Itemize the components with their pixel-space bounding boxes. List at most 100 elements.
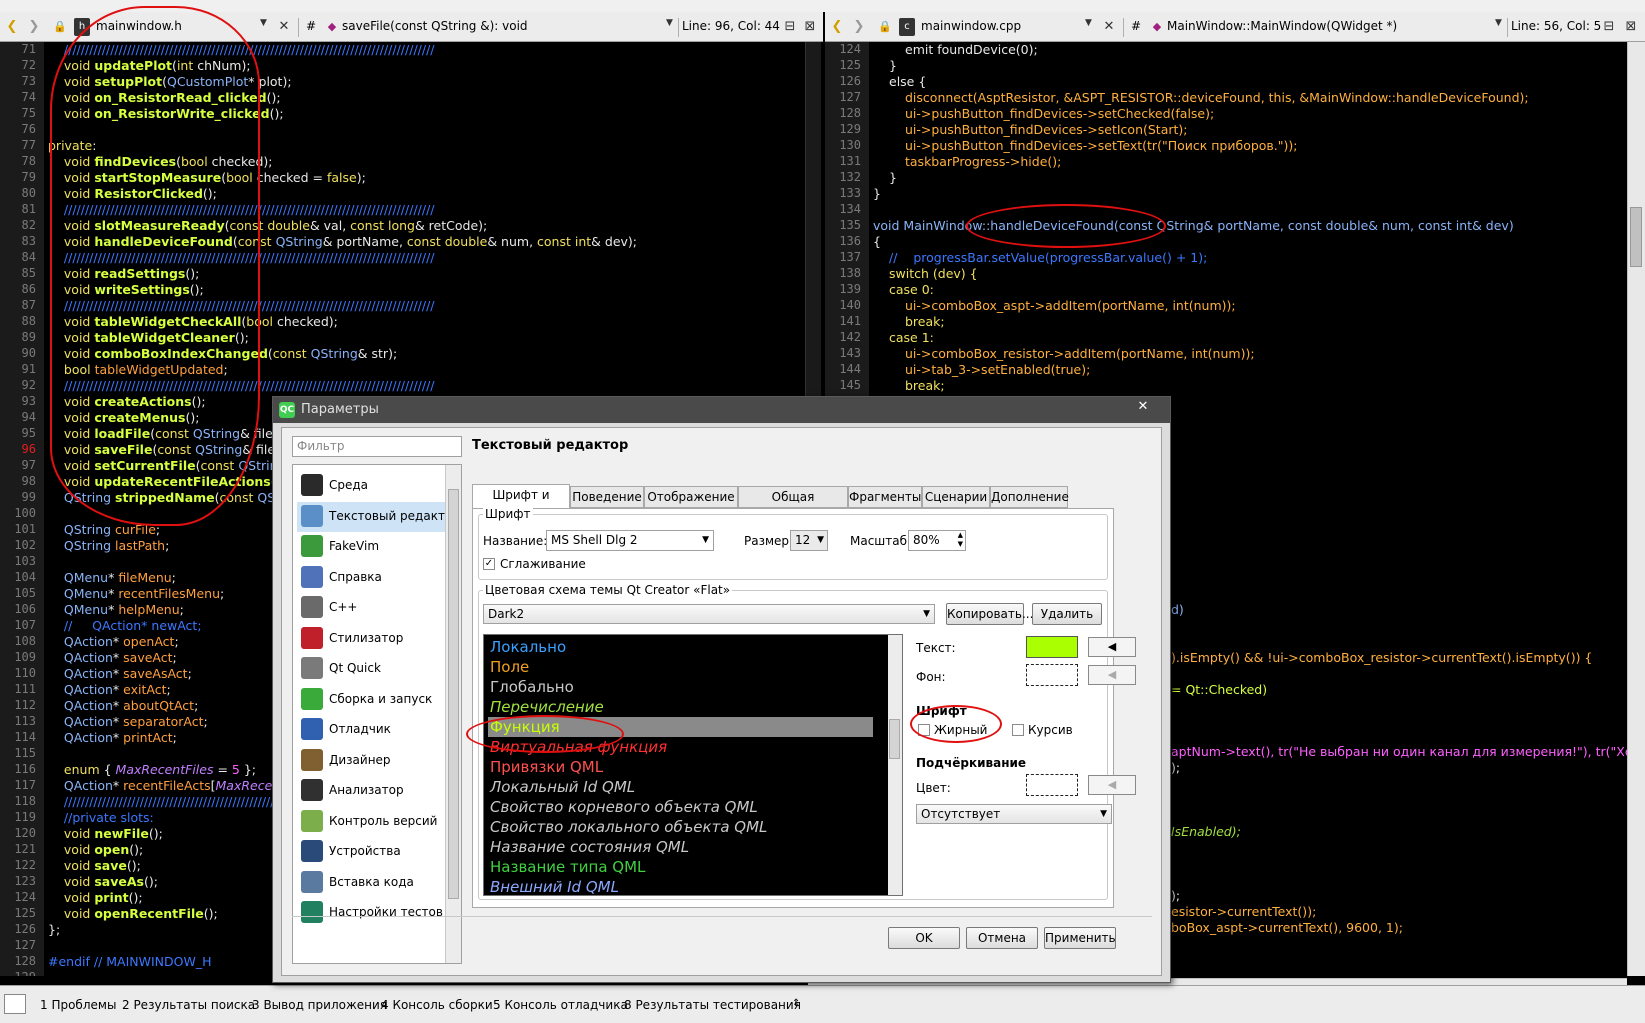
window-top-strip <box>0 0 1645 12</box>
filter-input[interactable]: Фильтр <box>292 436 462 457</box>
nav-item[interactable]: FakeVim <box>297 532 445 562</box>
line-number: 82 <box>21 218 36 232</box>
line-number: 78 <box>21 154 36 168</box>
pane-problems[interactable]: 1 Проблемы <box>40 998 116 1012</box>
highlight-category-item[interactable]: Название типа QML <box>488 857 873 877</box>
left-symbol-combo[interactable]: saveFile(const QString &): void <box>342 19 528 33</box>
antialias-checkbox[interactable]: ✓ <box>483 558 495 570</box>
nav-item[interactable]: Стилизатор <box>297 624 445 654</box>
font-size-combo[interactable]: 12 ▼ <box>790 530 828 551</box>
apply-button[interactable]: Применить <box>1044 927 1116 949</box>
nav-item[interactable]: Справка <box>297 563 445 593</box>
pane-debugger-console[interactable]: 5 Консоль отладчика <box>493 998 628 1012</box>
tab[interactable]: Дополнение <box>990 486 1069 508</box>
toggle-sidebar-button[interactable] <box>4 994 26 1014</box>
nav-item[interactable]: Контроль версий <box>297 807 445 837</box>
highlight-category-item[interactable]: Перечисление <box>488 697 873 717</box>
pane-build-console[interactable]: 4 Консоль сборки <box>381 998 493 1012</box>
line-number: 112 <box>14 698 36 712</box>
ok-button[interactable]: OK <box>888 927 960 949</box>
annotation-circle-bold <box>910 705 1002 743</box>
highlight-category-item[interactable]: Локальный Id QML <box>488 777 873 797</box>
line-number: 106 <box>14 602 36 616</box>
nav-item[interactable]: Устройства <box>297 837 445 867</box>
nav-item[interactable]: Дизайнер <box>297 746 445 776</box>
split-close-icon[interactable]: ⊠ <box>802 18 818 36</box>
line-number: 142 <box>839 330 861 344</box>
pane-search-results[interactable]: 2 Результаты поиска <box>122 998 255 1012</box>
font-name-combo[interactable]: MS Shell Dlg 2 ▼ <box>546 530 714 551</box>
highlight-category-item[interactable]: Глобально <box>488 677 873 697</box>
highlight-category-item[interactable]: Поле <box>488 657 873 677</box>
highlight-category-item[interactable]: Свойство локального объекта QML <box>488 817 873 837</box>
italic-checkbox[interactable] <box>1012 724 1024 736</box>
spin-arrows-icon[interactable]: ▲ ▼ <box>958 531 963 549</box>
underline-color-swatch[interactable] <box>1026 774 1078 796</box>
reset-background-button[interactable]: ◀ <box>1088 665 1136 685</box>
line-number: 122 <box>14 858 36 872</box>
chevron-down-icon[interactable]: ▼ <box>666 18 673 28</box>
highlight-category-item[interactable]: Внешний Id QML <box>488 877 873 895</box>
right-vertical-scrollbar[interactable] <box>1627 42 1645 976</box>
text-color-swatch[interactable] <box>1026 636 1078 658</box>
scroll-thumb[interactable] <box>1630 207 1642 267</box>
highlight-category-item[interactable]: Название состояния QML <box>488 837 873 857</box>
nav-item[interactable]: Qt Quick <box>297 654 445 684</box>
nav-item[interactable]: Анализатор <box>297 776 445 806</box>
back-arrow-icon[interactable]: ❮ <box>829 18 845 36</box>
background-color-swatch[interactable] <box>1026 664 1078 686</box>
cancel-button[interactable]: Отмена <box>966 927 1038 949</box>
right-file-name[interactable]: mainwindow.cpp <box>921 19 1021 33</box>
highlight-category-item[interactable]: Свойство корневого объекта QML <box>488 797 873 817</box>
preview-scrollbar[interactable] <box>888 635 902 895</box>
nav-item[interactable]: Отладчик <box>297 715 445 745</box>
tab[interactable]: Сценарии <box>922 486 990 508</box>
line-number: 125 <box>839 58 861 72</box>
pane-test-results[interactable]: 8 Результаты тестирования <box>624 998 801 1012</box>
reset-underline-color-button[interactable]: ◀ <box>1088 775 1136 795</box>
close-icon[interactable]: ✕ <box>1124 399 1162 417</box>
category-preview-list[interactable]: Локально Поле Глобально Перечисление Функция… <box>483 634 903 896</box>
nav-item[interactable]: Сборка и запуск <box>297 685 445 715</box>
back-arrow-icon[interactable]: ❮ <box>4 18 20 36</box>
split-close-icon[interactable]: ⊠ <box>1623 18 1639 36</box>
right-symbol-combo[interactable]: MainWindow::MainWindow(QWidget *) <box>1167 19 1397 33</box>
category-list-scrollbar[interactable] <box>445 465 461 963</box>
line-number: 95 <box>21 426 36 440</box>
font-scale-spinbox[interactable]: 80% ▲ ▼ <box>908 530 966 551</box>
highlight-category-item[interactable]: Привязки QML <box>488 757 873 777</box>
split-icon[interactable]: ⊟ <box>782 18 798 36</box>
scroll-thumb[interactable] <box>448 489 459 899</box>
nav-item[interactable]: Текстовый редактор <box>297 501 460 532</box>
more-panes-icon[interactable]: ⇕ <box>792 998 800 1009</box>
tab[interactable]: Фрагменты <box>848 486 922 508</box>
close-document-icon[interactable]: ✕ <box>1101 18 1117 36</box>
copy-scheme-button[interactable]: Копировать... <box>946 603 1033 625</box>
nav-item[interactable]: Среда <box>297 471 445 501</box>
reset-text-color-button[interactable]: ◀ <box>1088 637 1136 657</box>
nav-item[interactable]: Настройки тестов <box>297 898 445 928</box>
close-document-icon[interactable]: ✕ <box>276 18 292 36</box>
line-number: 124 <box>839 42 861 56</box>
delete-scheme-button[interactable]: Удалить <box>1032 603 1102 625</box>
code-fragment: aptNum->text(), tr("Не выбран ни один ка… <box>1171 744 1627 759</box>
tab[interactable]: Поведение <box>570 486 644 508</box>
line-number: 117 <box>14 778 36 792</box>
tab[interactable]: Общая подсветка <box>738 486 848 524</box>
code-line: ui->tab_3->setEnabled(true); <box>905 362 1091 377</box>
split-icon[interactable]: ⊟ <box>1601 18 1617 36</box>
pane-app-output[interactable]: 3 Вывод приложения <box>252 998 387 1012</box>
color-scheme-combo[interactable]: Dark2 ▼ <box>483 604 935 624</box>
nav-item[interactable]: C++ <box>297 593 445 623</box>
tab[interactable]: Отображение <box>644 486 738 508</box>
nav-item[interactable]: Вставка кода <box>297 868 445 898</box>
forward-arrow-icon[interactable]: ❯ <box>26 18 42 36</box>
tab[interactable]: Шрифт и цвета <box>472 484 570 522</box>
chevron-down-icon[interactable]: ▼ <box>1085 18 1092 28</box>
highlight-category-item[interactable]: Локально <box>488 637 873 657</box>
underline-style-combo[interactable]: Отсутствует ▼ <box>916 804 1112 824</box>
forward-arrow-icon[interactable]: ❯ <box>851 18 867 36</box>
scroll-thumb[interactable] <box>889 719 900 759</box>
chevron-down-icon[interactable]: ▼ <box>260 18 267 28</box>
chevron-down-icon[interactable]: ▼ <box>1495 18 1502 28</box>
